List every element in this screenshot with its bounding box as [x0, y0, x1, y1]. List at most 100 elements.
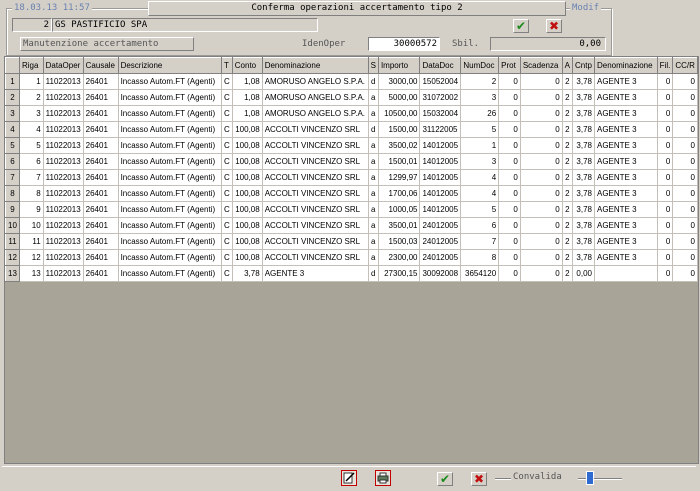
table-cell[interactable]: ACCOLTI VINCENZO SRL	[261, 169, 369, 186]
table-cell[interactable]: 3	[460, 153, 500, 170]
table-cell[interactable]: Incasso Autom.FT (Agenti)	[117, 201, 222, 218]
table-cell[interactable]: 2	[561, 73, 574, 90]
table-cell[interactable]: 15032004	[419, 105, 462, 122]
table-cell[interactable]: 0	[519, 89, 563, 106]
table-cell[interactable]: 24012005	[419, 233, 462, 250]
table-cell[interactable]: 0	[519, 137, 563, 154]
table-cell[interactable]: 1299,97	[377, 169, 421, 186]
table-cell[interactable]: 1,08	[231, 89, 263, 106]
table-cell[interactable]: 2	[561, 153, 574, 170]
table-row[interactable]: 11 11 11022013 26401 Incasso Autom.FT (Agent…	[5, 233, 698, 250]
table-cell[interactable]: 0	[656, 105, 674, 122]
table-cell[interactable]: Incasso Autom.FT (Agenti)	[117, 217, 222, 234]
column-header[interactable]: A	[561, 57, 574, 74]
table-row[interactable]: 1 1 11022013 26401 Incasso Autom.FT (Agenti)…	[5, 73, 698, 90]
table-cell[interactable]: 2300,00	[377, 249, 421, 266]
table-cell[interactable]: 3,78	[231, 265, 263, 282]
row-number-cell[interactable]: 11	[5, 233, 20, 250]
column-header[interactable]: Conto	[231, 57, 263, 74]
table-cell[interactable]: 100,08	[231, 217, 263, 234]
table-cell[interactable]: 0	[656, 233, 674, 250]
table-cell[interactable]: C	[220, 185, 233, 202]
table-cell[interactable]: ACCOLTI VINCENZO SRL	[261, 217, 369, 234]
table-cell[interactable]: 6	[460, 217, 500, 234]
table-cell[interactable]: 7	[460, 233, 500, 250]
table-cell[interactable]: 0	[519, 217, 563, 234]
table-cell[interactable]: 0	[672, 105, 698, 122]
table-cell[interactable]: 0	[498, 73, 521, 90]
table-cell[interactable]: 5	[460, 121, 500, 138]
column-header[interactable]: Riga	[18, 57, 44, 74]
table-cell[interactable]: d	[367, 121, 379, 138]
table-cell[interactable]: 3,78	[572, 201, 595, 218]
table-cell[interactable]: 6	[18, 153, 44, 170]
table-cell[interactable]	[593, 265, 658, 282]
table-cell[interactable]: 0	[519, 201, 563, 218]
table-cell[interactable]: 3,78	[572, 89, 595, 106]
table-cell[interactable]: 14012005	[419, 201, 462, 218]
table-cell[interactable]: 0	[498, 233, 521, 250]
table-cell[interactable]: Incasso Autom.FT (Agenti)	[117, 89, 222, 106]
confirm-header-button[interactable]: ✔	[513, 19, 529, 33]
table-cell[interactable]: 0	[498, 121, 521, 138]
table-cell[interactable]: 0	[498, 185, 521, 202]
table-cell[interactable]: 11022013	[42, 73, 84, 90]
table-cell[interactable]: ACCOLTI VINCENZO SRL	[261, 153, 369, 170]
table-cell[interactable]: AGENTE 3	[593, 105, 658, 122]
edit-doc-button[interactable]	[341, 470, 357, 486]
table-cell[interactable]: 2	[561, 249, 574, 266]
table-cell[interactable]: 3654120	[460, 265, 500, 282]
table-row[interactable]: 10 10 11022013 26401 Incasso Autom.FT (Agent…	[5, 217, 698, 234]
table-cell[interactable]: 3,78	[572, 121, 595, 138]
table-cell[interactable]: 1500,00	[377, 121, 421, 138]
table-cell[interactable]: 2	[18, 89, 44, 106]
table-cell[interactable]: 11022013	[42, 137, 84, 154]
table-cell[interactable]: d	[367, 73, 379, 90]
table-cell[interactable]: 0	[498, 265, 521, 282]
table-cell[interactable]: 3,78	[572, 137, 595, 154]
table-cell[interactable]: 0	[656, 185, 674, 202]
print-button[interactable]	[375, 470, 391, 486]
table-cell[interactable]: 26401	[82, 201, 119, 218]
table-cell[interactable]: 2	[561, 105, 574, 122]
table-cell[interactable]: 3,78	[572, 105, 595, 122]
table-row[interactable]: 7 7 11022013 26401 Incasso Autom.FT (Agenti)…	[5, 169, 698, 186]
table-cell[interactable]: 26401	[82, 233, 119, 250]
table-cell[interactable]: 11022013	[42, 201, 84, 218]
table-cell[interactable]: 11022013	[42, 185, 84, 202]
table-row[interactable]: 2 2 11022013 26401 Incasso Autom.FT (Agenti)…	[5, 89, 698, 106]
table-cell[interactable]: 26401	[82, 137, 119, 154]
column-header[interactable]: CC/R	[672, 57, 698, 74]
table-cell[interactable]: 31122005	[419, 121, 462, 138]
table-cell[interactable]: Incasso Autom.FT (Agenti)	[117, 73, 222, 90]
table-cell[interactable]: 0	[498, 217, 521, 234]
table-cell[interactable]: 0	[656, 249, 674, 266]
table-cell[interactable]: a	[367, 233, 379, 250]
table-cell[interactable]: a	[367, 137, 379, 154]
table-row[interactable]: 6 6 11022013 26401 Incasso Autom.FT (Agenti)…	[5, 153, 698, 170]
row-number-cell[interactable]: 10	[5, 217, 20, 234]
table-cell[interactable]: C	[220, 121, 233, 138]
table-cell[interactable]: a	[367, 185, 379, 202]
row-number-cell[interactable]: 12	[5, 249, 20, 266]
table-cell[interactable]: 0	[519, 233, 563, 250]
table-cell[interactable]: 3,78	[572, 233, 595, 250]
table-cell[interactable]: 1,08	[231, 73, 263, 90]
column-header[interactable]: Denominazione	[261, 57, 369, 74]
table-cell[interactable]: 11022013	[42, 169, 84, 186]
table-cell[interactable]: 5	[18, 137, 44, 154]
table-cell[interactable]: 0	[519, 169, 563, 186]
table-cell[interactable]: 11022013	[42, 121, 84, 138]
table-cell[interactable]: 31072002	[419, 89, 462, 106]
table-cell[interactable]: 0,00	[572, 265, 595, 282]
table-cell[interactable]: 26401	[82, 169, 119, 186]
table-cell[interactable]: 3,78	[572, 249, 595, 266]
table-cell[interactable]: 0	[498, 137, 521, 154]
table-cell[interactable]: 0	[672, 73, 698, 90]
table-cell[interactable]: 11022013	[42, 217, 84, 234]
table-cell[interactable]: 11022013	[42, 249, 84, 266]
table-cell[interactable]: 0	[672, 121, 698, 138]
table-row[interactable]: 5 5 11022013 26401 Incasso Autom.FT (Agenti)…	[5, 137, 698, 154]
convalida-slider-thumb[interactable]	[586, 471, 594, 485]
table-cell[interactable]: 24012005	[419, 217, 462, 234]
